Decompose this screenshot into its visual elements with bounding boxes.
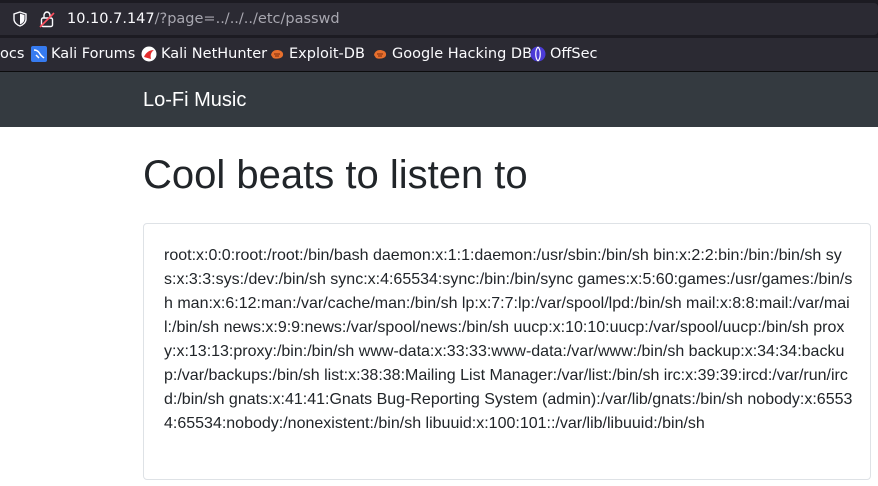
page-title: Cool beats to listen to xyxy=(143,153,528,197)
bookmark-label: Exploit-DB xyxy=(289,46,365,62)
bookmark-label: Kali NetHunter xyxy=(161,46,268,62)
bookmarks-toolbar: ocs Kali Forums Kali NetHunter Exploit-D… xyxy=(0,38,878,72)
insecure-lock-icon[interactable] xyxy=(39,10,55,28)
url-host: 10.10.7.147 xyxy=(67,11,155,27)
browser-toolbar: 10.10.7.147/?page=../../../etc/passwd xyxy=(0,0,878,38)
exploit-db-icon xyxy=(271,50,284,59)
offsec-icon xyxy=(530,46,546,62)
url-path: /?page=../../../etc/passwd xyxy=(154,11,340,27)
url-text[interactable]: 10.10.7.147/?page=../../../etc/passwd xyxy=(67,10,340,28)
address-bar[interactable]: 10.10.7.147/?page=../../../etc/passwd xyxy=(0,3,878,35)
content-card: root:x:0:0:root:/root:/bin/bash daemon:x… xyxy=(143,223,871,480)
navbar-brand[interactable]: Lo-Fi Music xyxy=(143,88,246,112)
bookmark-label: Kali Forums xyxy=(51,46,136,62)
bookmark-label: ocs xyxy=(0,46,25,62)
bookmark-label: Google Hacking DB xyxy=(392,46,533,62)
kali-nethunter-icon xyxy=(141,46,157,62)
file-contents: root:x:0:0:root:/root:/bin/bash daemon:x… xyxy=(164,247,853,432)
tracking-protection-shield-icon[interactable] xyxy=(12,11,28,27)
bookmark-label: OffSec xyxy=(550,46,598,62)
kali-forums-icon xyxy=(31,46,47,62)
site-navbar: Lo-Fi Music xyxy=(0,72,878,127)
ghdb-icon xyxy=(374,50,387,59)
